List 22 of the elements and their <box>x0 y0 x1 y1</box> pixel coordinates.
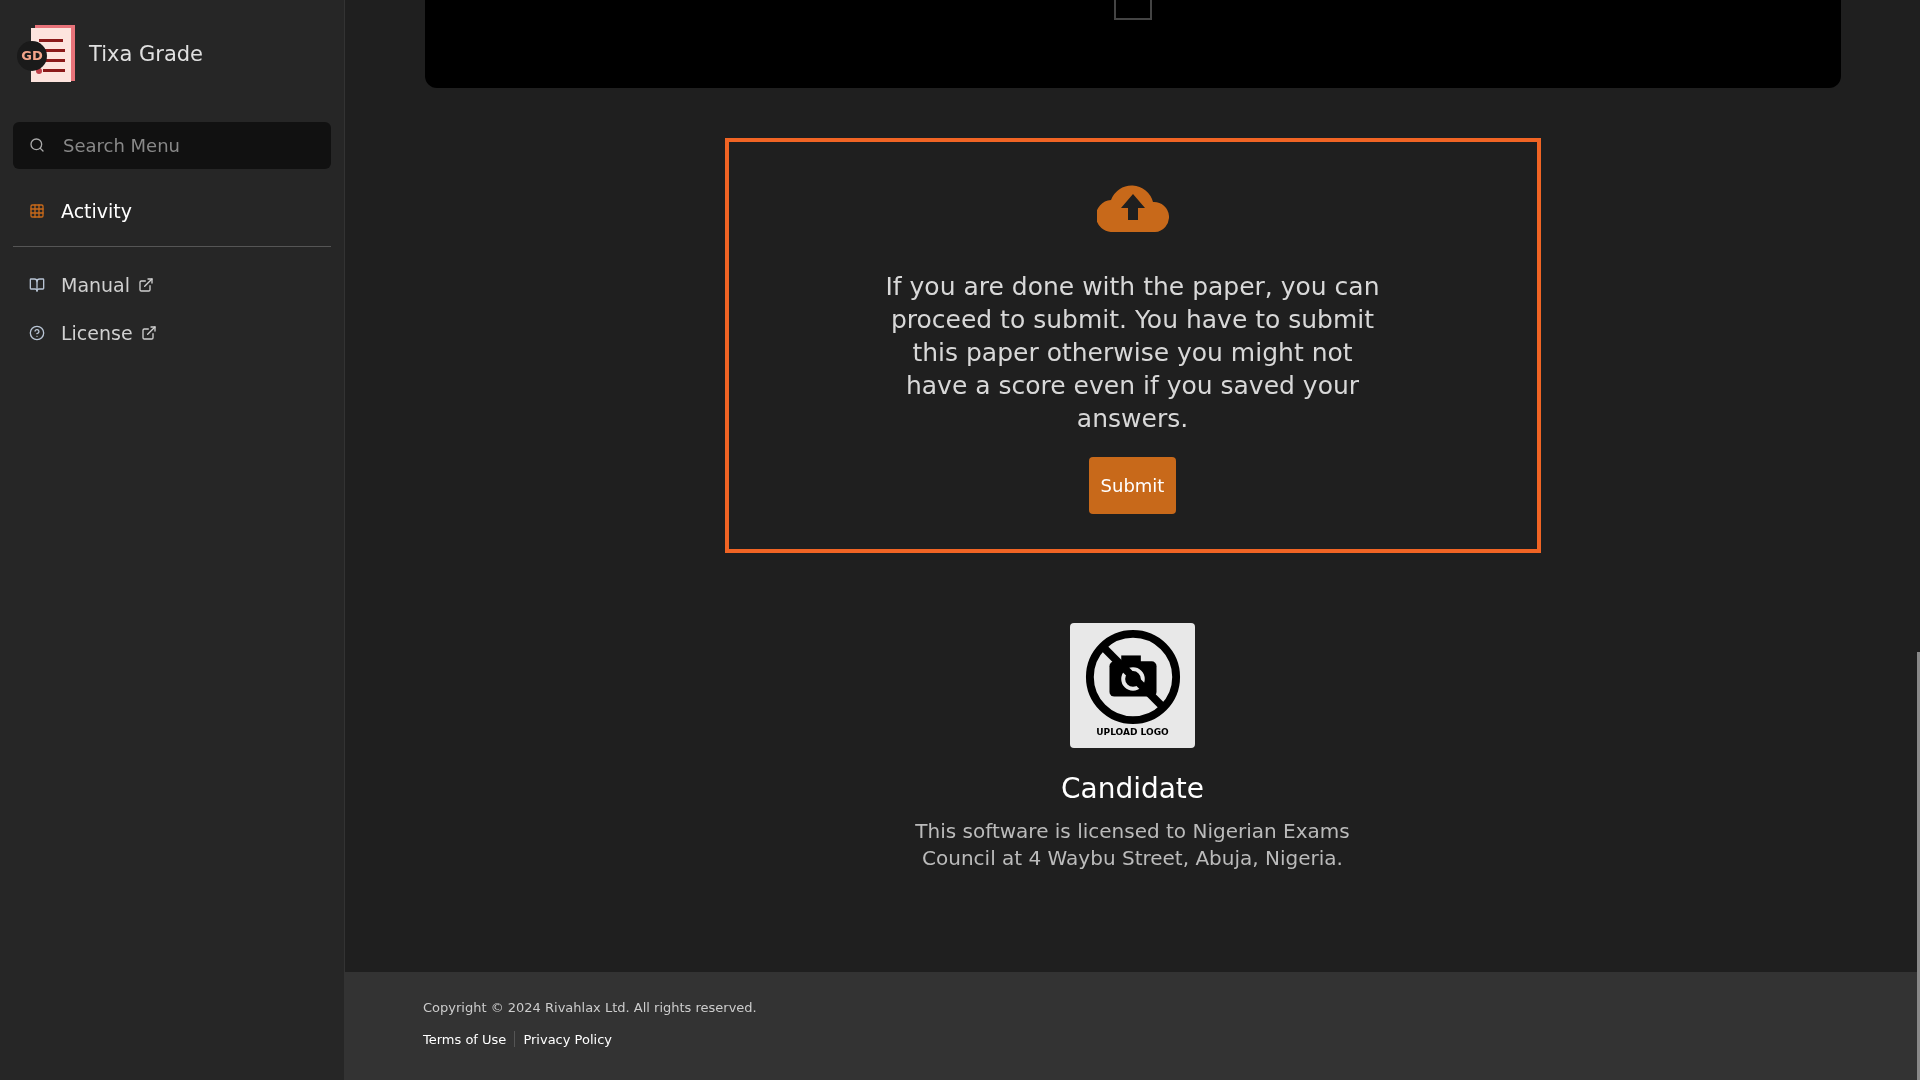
question-icon <box>29 325 45 342</box>
footer-link[interactable]: Privacy Policy <box>523 1029 612 1049</box>
search-icon <box>29 137 45 153</box>
grid-icon <box>29 203 45 220</box>
submit-message: If you are done with the paper, you can proceed to submit. You have to submit this paper otherwise you might not have a score even if you saved your answers. <box>884 271 1381 435</box>
scrollbar-thumb[interactable] <box>1917 652 1920 1080</box>
nav-item[interactable]: Manual <box>13 262 331 307</box>
license-text: This software is licensed to Nigerian Exams Council at 4 Waybu Street, Abuja, Nigeria. <box>914 818 1351 872</box>
frame-icon <box>1113 0 1152 20</box>
cloud-upload-icon <box>1096 184 1169 232</box>
copyright-text: Copyright © 2024 Rivahlax Ltd. All rights reserved. <box>423 999 758 1017</box>
no-camera-icon <box>1083 628 1182 726</box>
brand-name: Tixa Grade <box>89 41 203 69</box>
submit-button[interactable]: Submit <box>1088 457 1177 514</box>
logo-badge: GD <box>17 41 47 71</box>
logo-caption: UPLOAD LOGO <box>1096 727 1169 737</box>
candidate-name: Candidate <box>1060 771 1205 807</box>
footer-link[interactable]: Terms of Use <box>423 1029 507 1049</box>
nav-item[interactable]: License <box>13 311 331 356</box>
book-icon <box>29 276 45 293</box>
search-field[interactable]: Search Menu <box>13 122 331 169</box>
nav-item[interactable]: Activity <box>13 189 331 234</box>
